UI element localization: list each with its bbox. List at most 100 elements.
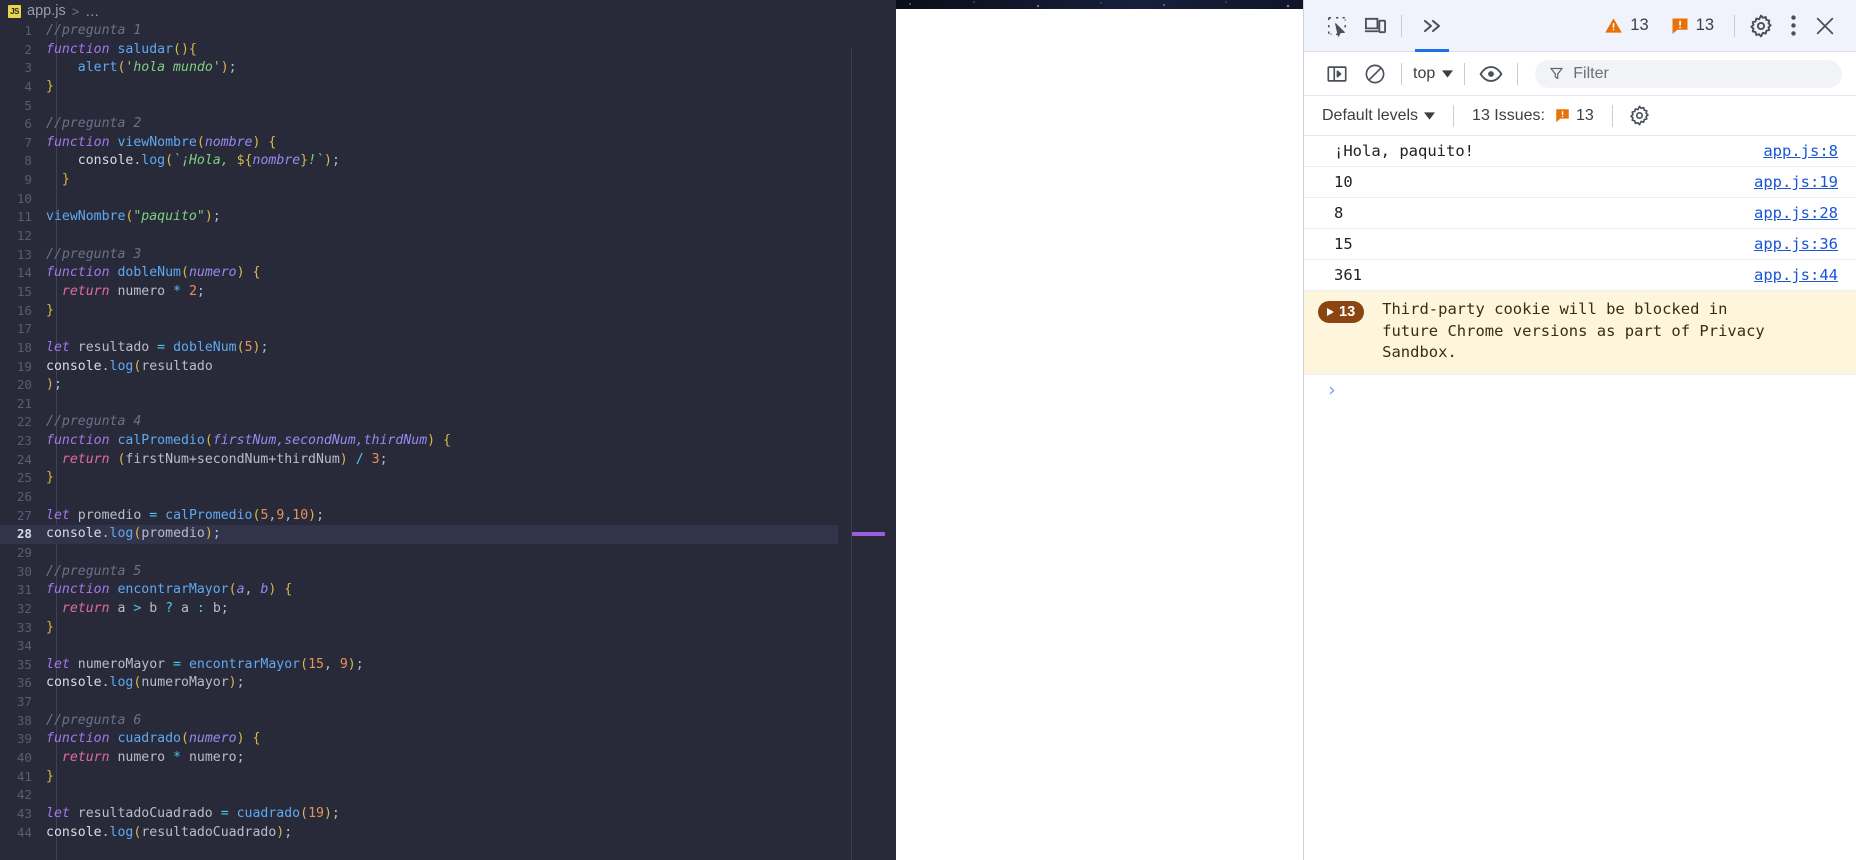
console-log-row[interactable]: 8 app.js:28 bbox=[1304, 198, 1856, 229]
console-log-list[interactable]: ¡Hola, paquito! app.js:8 10 app.js:19 8 app.j… bbox=[1304, 136, 1856, 860]
code-line[interactable]: 18 let resultado = dobleNum(5); bbox=[0, 339, 896, 358]
code-token: cuadrado bbox=[236, 805, 301, 821]
console-settings-gear-icon[interactable] bbox=[1627, 103, 1653, 129]
line-text: function cuadrado(numero) { bbox=[46, 730, 260, 749]
code-line[interactable]: 16} bbox=[0, 302, 896, 321]
code-token: . bbox=[101, 675, 110, 691]
code-line[interactable]: 25} bbox=[0, 469, 896, 488]
warnings-badge[interactable]: 13 bbox=[1600, 16, 1652, 35]
console-log-row[interactable]: 10 app.js:19 bbox=[1304, 167, 1856, 198]
code-line[interactable]: 24 return (firstNum+secondNum+thirdNum) … bbox=[0, 451, 896, 470]
default-levels-dropdown[interactable]: Default levels bbox=[1318, 107, 1439, 125]
code-token: } bbox=[46, 172, 70, 188]
console-prompt[interactable]: › bbox=[1304, 375, 1856, 405]
console-log-source-link[interactable]: app.js:28 bbox=[1754, 204, 1838, 222]
code-token: resultado bbox=[141, 358, 213, 374]
line-number: 28 bbox=[16, 526, 32, 542]
code-token: ; bbox=[228, 60, 237, 76]
code-token: function bbox=[46, 582, 118, 598]
more-tabs-chevrons-icon[interactable] bbox=[1409, 0, 1455, 52]
inspect-element-icon[interactable] bbox=[1318, 9, 1356, 43]
levels-divider bbox=[1453, 104, 1455, 127]
code-token: numeroMayor bbox=[141, 675, 229, 691]
code-line[interactable]: 8 console.log(`¡Hola, ${nombre}!`); bbox=[0, 152, 896, 171]
code-line[interactable]: 17 bbox=[0, 320, 896, 339]
code-token: return bbox=[61, 451, 118, 467]
code-line[interactable]: 34 bbox=[0, 637, 896, 656]
code-line[interactable]: 11 viewNombre("paquito"); bbox=[0, 208, 896, 227]
code-line[interactable]: 5 bbox=[0, 97, 896, 116]
code-line[interactable]: 29 bbox=[0, 544, 896, 563]
code-line[interactable]: 35 let numeroMayor = encontrarMayor(15, 9… bbox=[0, 656, 896, 675]
code-line[interactable]: 19 console.log(resultado bbox=[0, 358, 896, 377]
console-log-row[interactable]: ¡Hola, paquito! app.js:8 bbox=[1304, 136, 1856, 167]
code-line[interactable]: 23 function calPromedio(firstNum,secondNu… bbox=[0, 432, 896, 451]
filter-input-wrapper[interactable]: Filter bbox=[1535, 59, 1842, 88]
issues-summary[interactable]: 13 Issues: 13 bbox=[1468, 107, 1598, 125]
code-token: "paquito" bbox=[133, 209, 205, 225]
code-line[interactable]: 41} bbox=[0, 768, 896, 787]
code-line[interactable]: 27 let promedio = calPromedio(5,9,10); bbox=[0, 507, 896, 526]
code-line[interactable]: 44 console.log(resultadoCuadrado); bbox=[0, 824, 896, 843]
gear-icon[interactable] bbox=[1742, 9, 1780, 43]
code-line[interactable]: 14 function dobleNum(numero) { bbox=[0, 264, 896, 283]
code-line[interactable]: 40 return numero * numero; bbox=[0, 749, 896, 768]
issues-badge[interactable]: 13 bbox=[1667, 16, 1718, 35]
code-line[interactable]: 1 //pregunta 1 bbox=[0, 22, 896, 41]
code-line[interactable]: 13 //pregunta 3 bbox=[0, 246, 896, 265]
code-line[interactable]: 9 } bbox=[0, 171, 896, 190]
console-warning-group[interactable]: 13 Third-party cookie will be blocked in… bbox=[1304, 291, 1856, 375]
code-line[interactable]: 6 //pregunta 2 bbox=[0, 115, 896, 134]
code-line[interactable]: 42 bbox=[0, 786, 896, 805]
console-log-source-link[interactable]: app.js:36 bbox=[1754, 235, 1838, 253]
code-line[interactable]: 31 function encontrarMayor(a, b) { bbox=[0, 581, 896, 600]
breadcrumb-filename[interactable]: app.js bbox=[27, 3, 66, 19]
close-icon[interactable] bbox=[1806, 9, 1844, 43]
more-options-icon[interactable] bbox=[1780, 9, 1806, 43]
breadcrumb-ellipsis[interactable]: … bbox=[85, 3, 100, 19]
console-log-row[interactable]: 15 app.js:36 bbox=[1304, 229, 1856, 260]
code-line[interactable]: 26 bbox=[0, 488, 896, 507]
code-token: ; bbox=[331, 805, 340, 821]
console-log-source-link[interactable]: app.js:44 bbox=[1754, 266, 1838, 284]
console-log-source-link[interactable]: app.js:8 bbox=[1763, 142, 1838, 160]
code-line[interactable]: 10 bbox=[0, 190, 896, 209]
code-line[interactable]: 30 //pregunta 5 bbox=[0, 563, 896, 582]
code-line[interactable]: 7 function viewNombre(nombre) { bbox=[0, 134, 896, 153]
clear-console-icon[interactable] bbox=[1356, 57, 1394, 91]
console-sidebar-icon[interactable] bbox=[1318, 57, 1356, 91]
code-line[interactable]: 3 alert('hola mundo'); bbox=[0, 59, 896, 78]
breadcrumb[interactable]: JS app.js > … bbox=[0, 0, 896, 22]
code-line[interactable]: 43 let resultadoCuadrado = cuadrado(19); bbox=[0, 805, 896, 824]
code-content[interactable]: 1//pregunta 1 2 function saludar(){3 alert… bbox=[0, 22, 896, 860]
code-token: return bbox=[61, 283, 118, 299]
issues-label: 13 Issues: bbox=[1472, 106, 1545, 124]
code-line[interactable]: 21 bbox=[0, 395, 896, 414]
code-line[interactable]: 32 return a > b ? a : b; bbox=[0, 600, 896, 619]
code-token: alert bbox=[77, 60, 118, 76]
code-token: ; bbox=[212, 526, 221, 542]
console-log-row[interactable]: 361 app.js:44 bbox=[1304, 260, 1856, 291]
code-line[interactable]: 15 return numero * 2; bbox=[0, 283, 896, 302]
code-line[interactable]: 36 console.log(numeroMayor); bbox=[0, 674, 896, 693]
code-line[interactable]: 28 console.log(promedio); bbox=[0, 525, 896, 544]
code-line[interactable]: 37 bbox=[0, 693, 896, 712]
code-line[interactable]: 20); bbox=[0, 376, 896, 395]
line-number: 21 bbox=[16, 395, 32, 411]
device-toolbar-icon[interactable] bbox=[1356, 9, 1394, 43]
live-expressions-eye-icon[interactable] bbox=[1472, 57, 1510, 91]
code-line[interactable]: 38 //pregunta 6 bbox=[0, 712, 896, 731]
code-line[interactable]: 22 //pregunta 4 bbox=[0, 413, 896, 432]
code-token: ) bbox=[323, 153, 332, 169]
code-line[interactable]: 4} bbox=[0, 78, 896, 97]
code-line[interactable]: 39 function cuadrado(numero) { bbox=[0, 730, 896, 749]
console-log-source-link[interactable]: app.js:19 bbox=[1754, 173, 1838, 191]
execution-context-dropdown[interactable]: top bbox=[1409, 63, 1457, 85]
code-line[interactable]: 12 bbox=[0, 227, 896, 246]
code-token: a bbox=[173, 600, 197, 616]
warning-group-badge[interactable]: 13 bbox=[1318, 301, 1365, 323]
code-line[interactable]: 33} bbox=[0, 619, 896, 638]
line-number: 23 bbox=[16, 433, 32, 449]
code-line[interactable]: 2 function saludar(){ bbox=[0, 41, 896, 60]
